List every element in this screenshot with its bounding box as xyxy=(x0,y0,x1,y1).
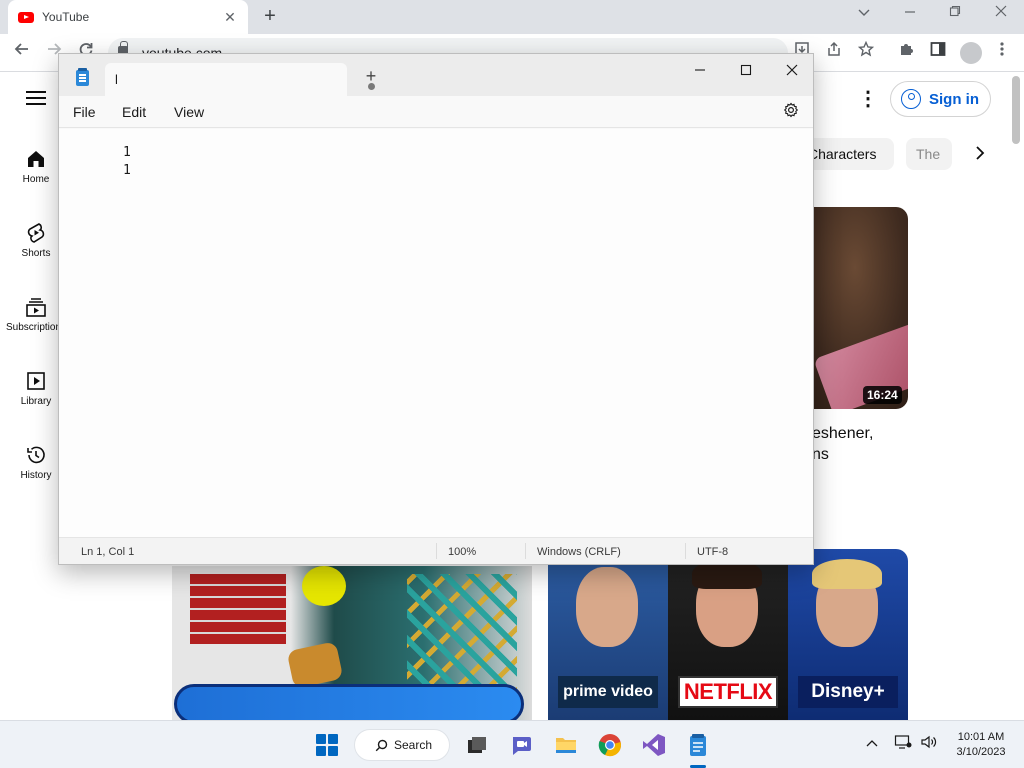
clock-date: 3/10/2023 xyxy=(956,746,1006,758)
status-divider xyxy=(525,543,526,559)
line-ending: Windows (CRLF) xyxy=(537,546,621,558)
notepad-tab[interactable]: l xyxy=(105,63,375,96)
account-icon xyxy=(901,89,921,109)
notepad-new-tab-button[interactable]: + xyxy=(359,66,383,87)
task-view-icon[interactable] xyxy=(464,732,490,758)
file-explorer-icon[interactable] xyxy=(553,732,579,758)
person-face-graphic xyxy=(576,567,638,647)
video-thumbnail-streaming[interactable]: prime video NETFLIX Disney+ xyxy=(548,549,908,720)
notepad-titlebar[interactable]: l + xyxy=(59,54,813,96)
notepad-tab-title: l xyxy=(115,72,118,87)
chrome-menu-icon[interactable] xyxy=(990,41,1014,62)
new-tab-button[interactable]: + xyxy=(258,5,282,28)
notepad-window: l + File Edit View 1 1 Ln 1, Col 1 100% … xyxy=(58,53,814,565)
menu-view[interactable]: View xyxy=(174,104,204,120)
toaster-graphic xyxy=(286,641,344,689)
chevron-right-icon[interactable] xyxy=(970,144,990,167)
settings-gear-icon[interactable] xyxy=(783,102,799,118)
settings-more-icon[interactable]: ⋮ xyxy=(858,88,878,110)
chrome-taskbar-icon[interactable] xyxy=(597,732,623,758)
chat-icon[interactable] xyxy=(508,732,534,758)
zoom-level: 100% xyxy=(448,546,477,558)
status-divider xyxy=(436,543,437,559)
smiley-graphic xyxy=(302,566,346,606)
video-title[interactable]: eshener, ns xyxy=(812,423,912,465)
profile-avatar[interactable] xyxy=(960,42,982,64)
hamburger-menu-icon[interactable] xyxy=(26,91,46,109)
notepad-app-icon xyxy=(76,68,89,86)
disney-plus-logo: Disney+ xyxy=(798,676,898,708)
page-scrollbar[interactable] xyxy=(1012,76,1020,144)
prime-video-logo: prime video xyxy=(558,676,658,708)
sign-in-button[interactable]: Sign in xyxy=(890,81,991,117)
video-title-line: eshener, xyxy=(812,425,874,442)
thumbnail-panel: Disney+ xyxy=(788,549,908,720)
menu-edit[interactable]: Edit xyxy=(122,104,146,120)
extensions-icon[interactable] xyxy=(894,41,918,62)
text-line: 1 xyxy=(123,163,131,178)
notepad-menubar: File Edit View xyxy=(59,96,813,128)
search-icon xyxy=(375,739,388,751)
thumbnail-panel: NETFLIX xyxy=(668,549,788,720)
notepad-statusbar: Ln 1, Col 1 100% Windows (CRLF) UTF-8 xyxy=(59,537,813,564)
encoding: UTF-8 xyxy=(697,546,729,558)
taskbar-search[interactable]: Search xyxy=(354,729,450,761)
status-divider xyxy=(685,543,686,559)
windows-taskbar: Search 10:01 AM 3/10/2023 xyxy=(0,720,1024,768)
close-icon[interactable] xyxy=(769,58,815,86)
brick-wall-graphic xyxy=(190,574,286,644)
browser-tabstrip: YouTube ✕ + xyxy=(0,0,1024,34)
system-clock[interactable]: 10:01 AM 3/10/2023 xyxy=(946,730,1016,760)
network-icon[interactable] xyxy=(894,734,912,753)
start-menu-icon[interactable] xyxy=(316,734,338,756)
video-title-line: ns xyxy=(812,446,829,463)
maximize-icon[interactable] xyxy=(723,58,769,86)
pipes-graphic xyxy=(407,574,517,694)
side-panel-icon[interactable] xyxy=(926,41,950,62)
search-label: Search xyxy=(394,738,433,752)
close-icon[interactable] xyxy=(987,4,1015,20)
back-icon[interactable] xyxy=(10,41,34,62)
bookmark-star-icon[interactable] xyxy=(854,40,878,62)
sign-in-label: Sign in xyxy=(929,90,979,108)
browser-tab-title: YouTube xyxy=(42,10,90,24)
share-icon[interactable] xyxy=(822,41,846,62)
minimize-icon[interactable] xyxy=(896,4,924,20)
text-line: 1 xyxy=(123,145,131,160)
chevron-down-icon[interactable] xyxy=(850,4,878,20)
show-hidden-icons-chevron-icon[interactable] xyxy=(866,734,878,750)
notepad-text-area[interactable]: 1 1 xyxy=(59,129,813,537)
menu-file[interactable]: File xyxy=(73,104,96,120)
notepad-taskbar-icon[interactable] xyxy=(685,732,711,758)
chip-the[interactable]: The xyxy=(906,138,952,170)
volume-icon[interactable] xyxy=(920,734,938,753)
restore-icon[interactable] xyxy=(941,4,969,20)
close-tab-icon[interactable]: ✕ xyxy=(222,9,238,26)
person-hair-graphic xyxy=(812,559,882,589)
youtube-favicon-icon xyxy=(18,11,34,23)
minimize-icon[interactable] xyxy=(677,58,723,86)
video-thumbnail-screensavers[interactable] xyxy=(172,566,532,720)
thumbnail-panel: prime video xyxy=(548,549,668,720)
visual-studio-icon[interactable] xyxy=(641,732,667,758)
video-duration-badge: 16:24 xyxy=(863,386,902,404)
screensavers-logo-graphic xyxy=(174,684,524,720)
browser-tab-youtube[interactable]: YouTube ✕ xyxy=(8,0,248,34)
cursor-position: Ln 1, Col 1 xyxy=(81,546,135,558)
clock-time: 10:01 AM xyxy=(957,731,1005,743)
netflix-logo: NETFLIX xyxy=(678,676,778,708)
